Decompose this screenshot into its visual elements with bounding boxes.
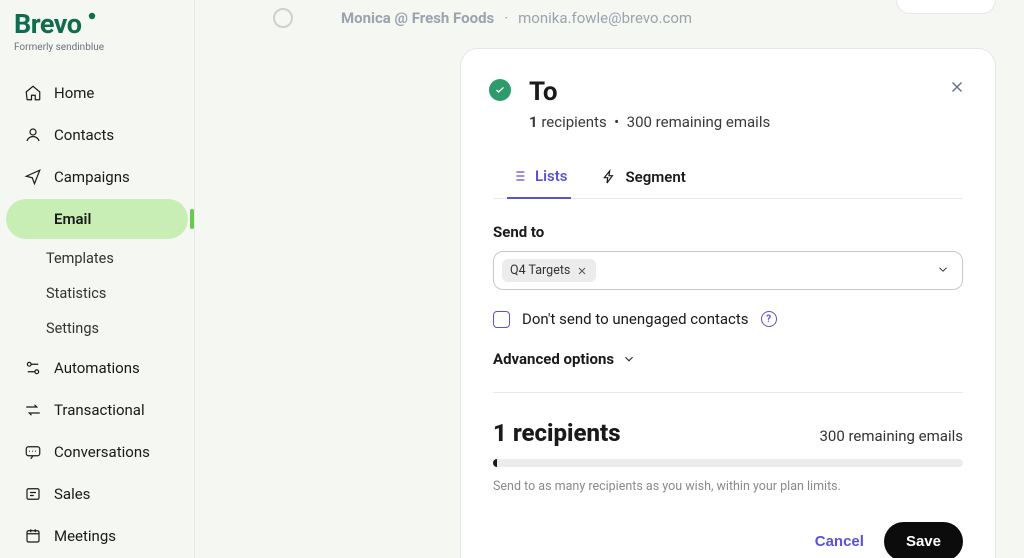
automations-icon	[24, 359, 42, 377]
sidebar-item-settings[interactable]: Settings	[0, 311, 194, 346]
nav: Home Contacts Campaigns Email Templates …	[0, 63, 194, 556]
remaining-emails: 300 remaining emails	[819, 427, 963, 445]
logo-block: Brevo Formerly sendinblue	[0, 8, 194, 63]
divider	[493, 392, 963, 393]
close-button[interactable]	[945, 75, 969, 99]
nav-label: Contacts	[54, 126, 114, 144]
unengaged-label: Don't send to unengaged contacts	[522, 310, 749, 328]
unengaged-checkbox[interactable]	[493, 311, 510, 328]
save-button[interactable]: Save	[884, 522, 963, 558]
nav-label: Sales	[54, 485, 90, 503]
sidebar-item-contacts[interactable]: Contacts	[6, 115, 188, 155]
nav-label: Email	[54, 210, 91, 228]
sender-name: Monica @ Fresh Foods	[341, 9, 494, 27]
sidebar-item-meetings[interactable]: Meetings	[6, 516, 188, 556]
svg-text:Brevo: Brevo	[14, 10, 82, 40]
cancel-button[interactable]: Cancel	[815, 533, 864, 550]
nav-label: Settings	[46, 320, 99, 337]
campaigns-icon	[24, 168, 42, 186]
sidebar-item-campaigns[interactable]: Campaigns	[6, 157, 188, 197]
transactional-icon	[24, 401, 42, 419]
nav-label: Home	[54, 84, 94, 102]
main: Monica @ Fresh Foods · monika.fowle@brev…	[195, 0, 1024, 558]
sales-icon	[24, 485, 42, 503]
sidebar-item-email[interactable]: Email	[6, 199, 188, 239]
nav-label: Templates	[46, 250, 114, 267]
selected-chip: Q4 Targets	[502, 259, 596, 282]
chip-remove-button[interactable]	[576, 265, 588, 277]
sidebar-item-automations[interactable]: Automations	[6, 348, 188, 388]
nav-label: Automations	[54, 359, 140, 377]
home-icon	[24, 84, 42, 102]
sidebar-item-home[interactable]: Home	[6, 73, 188, 113]
tabs: Lists Segment	[493, 157, 963, 199]
nav-label: Statistics	[46, 285, 106, 302]
meetings-icon	[24, 527, 42, 545]
nav-label: Conversations	[54, 443, 150, 461]
panel-subtitle: 1 recipients • 300 remaining emails	[529, 113, 963, 131]
sidebar-item-sales[interactable]: Sales	[6, 474, 188, 514]
corner-pill	[896, 0, 996, 14]
sidebar-item-statistics[interactable]: Statistics	[0, 276, 194, 311]
sidebar-item-transactional[interactable]: Transactional	[6, 390, 188, 430]
quota-progress-fill	[493, 459, 497, 467]
to-panel: To 1 recipients • 300 remaining emails L…	[460, 48, 996, 558]
sidebar-item-templates[interactable]: Templates	[0, 241, 194, 276]
advanced-options-toggle[interactable]: Advanced options	[493, 350, 963, 368]
sender-email: monika.fowle@brevo.com	[518, 9, 692, 27]
advanced-label: Advanced options	[493, 350, 614, 368]
contacts-icon	[24, 126, 42, 144]
send-to-label: Send to	[493, 223, 963, 241]
tab-label: Lists	[535, 167, 567, 185]
chevron-down-icon	[936, 261, 950, 280]
quota-progress	[493, 459, 963, 467]
send-to-select[interactable]: Q4 Targets	[493, 251, 963, 290]
panel-title: To	[529, 77, 963, 107]
tab-lists[interactable]: Lists	[507, 157, 571, 199]
nav-label: Campaigns	[54, 168, 130, 186]
chip-label: Q4 Targets	[510, 263, 570, 278]
conversations-icon	[24, 443, 42, 461]
list-icon	[511, 168, 527, 184]
sidebar-item-conversations[interactable]: Conversations	[6, 432, 188, 472]
avatar-icon	[273, 8, 293, 28]
nav-label: Meetings	[54, 527, 116, 545]
chevron-down-icon	[622, 352, 636, 366]
limit-note: Send to as many recipients as you wish, …	[493, 479, 963, 494]
bolt-icon	[601, 169, 617, 185]
sidebar: Brevo Formerly sendinblue Home Contacts …	[0, 0, 195, 558]
brand-tagline: Formerly sendinblue	[14, 42, 180, 53]
nav-label: Transactional	[54, 401, 145, 419]
brand-logo[interactable]: Brevo	[14, 10, 180, 40]
tab-segment[interactable]: Segment	[597, 157, 689, 198]
help-icon[interactable]: ?	[761, 311, 777, 327]
tab-label: Segment	[625, 168, 685, 186]
blank-icon	[24, 210, 42, 228]
check-icon	[489, 79, 511, 101]
recipients-count-big: 1 recipients	[493, 419, 621, 447]
